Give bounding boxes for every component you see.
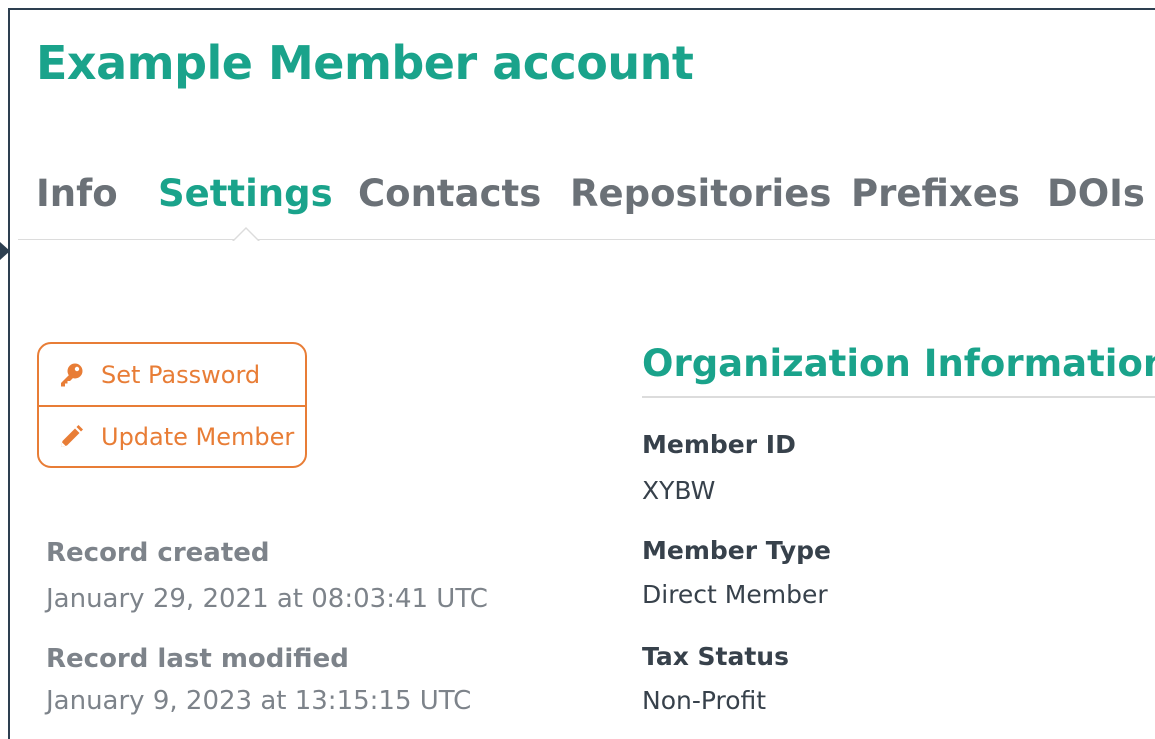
record-created-label: Record created bbox=[46, 538, 270, 568]
tax-status-value: Non-Profit bbox=[642, 686, 767, 715]
pencil-icon bbox=[57, 423, 85, 451]
section-divider bbox=[642, 396, 1155, 398]
tab-dois[interactable]: DOIs bbox=[1047, 172, 1145, 215]
tab-contacts[interactable]: Contacts bbox=[358, 172, 541, 215]
expand-arrow-icon bbox=[0, 242, 10, 260]
member-type-label: Member Type bbox=[642, 536, 832, 565]
active-tab-indicator bbox=[232, 225, 260, 241]
set-password-label: Set Password bbox=[101, 360, 261, 389]
member-id-value: XYBW bbox=[642, 476, 716, 505]
tab-repositories[interactable]: Repositories bbox=[570, 172, 831, 215]
page-title: Example Member account bbox=[36, 36, 694, 90]
record-modified-value: January 9, 2023 at 13:15:15 UTC bbox=[46, 686, 472, 716]
member-type-value: Direct Member bbox=[642, 580, 828, 609]
tab-bar: Info Settings Contacts Repositories Pref… bbox=[18, 160, 1155, 241]
member-actions: Set Password Update Member bbox=[37, 342, 307, 468]
tab-settings[interactable]: Settings bbox=[158, 172, 333, 215]
update-member-label: Update Member bbox=[101, 422, 295, 451]
set-password-button[interactable]: Set Password bbox=[39, 344, 305, 405]
record-created-value: January 29, 2021 at 08:03:41 UTC bbox=[46, 584, 488, 614]
organization-section-title: Organization Information bbox=[642, 342, 1155, 385]
member-account-panel: Example Member account Info Settings Con… bbox=[8, 8, 1155, 739]
tab-prefixes[interactable]: Prefixes bbox=[851, 172, 1020, 215]
record-modified-label: Record last modified bbox=[46, 644, 349, 674]
update-member-button[interactable]: Update Member bbox=[39, 405, 305, 466]
key-icon bbox=[57, 361, 85, 389]
tab-info[interactable]: Info bbox=[36, 172, 118, 215]
tax-status-label: Tax Status bbox=[642, 642, 789, 671]
member-id-label: Member ID bbox=[642, 430, 796, 459]
